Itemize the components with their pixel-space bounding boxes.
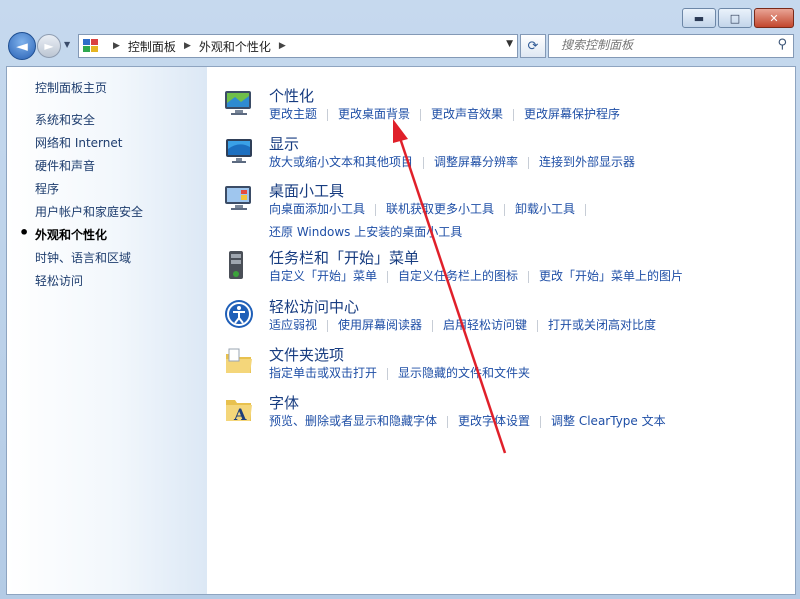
link-screen-reader[interactable]: 使用屏幕阅读器 xyxy=(338,318,422,332)
close-button[interactable]: ✕ xyxy=(754,8,794,28)
magnifier-icon[interactable]: ⚲ xyxy=(777,37,787,52)
window-frame: ▬ □ ✕ ◄ ► ▼ ▶ 控制面板 ▶ 外观和个性化 ▶ ▼ ⟳ ⚲ xyxy=(0,0,800,599)
link-add-gadgets[interactable]: 向桌面添加小工具 xyxy=(269,202,365,216)
category-links: 指定单击或双击打开 显示隐藏的文件和文件夹 xyxy=(269,364,530,381)
link-show-hidden-files[interactable]: 显示隐藏的文件和文件夹 xyxy=(398,366,530,380)
personalization-icon xyxy=(225,91,251,115)
link-restore-gadgets[interactable]: 还原 Windows 上安装的桌面小工具 xyxy=(269,225,462,239)
address-bar[interactable]: ▶ 控制面板 ▶ 外观和个性化 ▶ ▼ xyxy=(78,34,518,58)
sidebar-item-network[interactable]: 网络和 Internet xyxy=(35,135,143,158)
main-panel: 个性化 更改主题 更改桌面背景 更改声音效果 更改屏幕保护程序 显示 放大或缩小文本和… xyxy=(207,67,795,594)
link-customize-start-menu[interactable]: 自定义「开始」菜单 xyxy=(269,269,377,283)
category-title[interactable]: 显示 xyxy=(269,133,299,154)
category-title[interactable]: 桌面小工具 xyxy=(269,180,344,201)
link-preview-fonts[interactable]: 预览、删除或者显示和隐藏字体 xyxy=(269,414,437,428)
link-change-theme[interactable]: 更改主题 xyxy=(269,107,317,121)
ease-of-access-icon xyxy=(225,300,253,328)
minimize-button[interactable]: ▬ xyxy=(682,8,716,28)
link-accessibility-keys[interactable]: 启用轻松访问键 xyxy=(443,318,527,332)
svg-text:A: A xyxy=(233,405,247,424)
link-high-contrast[interactable]: 打开或关闭高对比度 xyxy=(548,318,656,332)
link-start-menu-picture[interactable]: 更改「开始」菜单上的图片 xyxy=(539,269,683,283)
category-title[interactable]: 字体 xyxy=(269,392,299,413)
category-links: 向桌面添加小工具 联机获取更多小工具 卸载小工具 还原 Windows 上安装的桌面… xyxy=(269,200,596,240)
fonts-icon: A xyxy=(226,400,252,424)
sidebar: 控制面板主页 系统和安全 网络和 Internet 硬件和声音 程序 用户帐户和… xyxy=(7,67,207,594)
forward-button[interactable]: ► xyxy=(37,34,61,58)
taskbar-icon xyxy=(229,251,243,279)
refresh-button[interactable]: ⟳ xyxy=(520,34,546,58)
link-low-vision[interactable]: 适应弱视 xyxy=(269,318,317,332)
gadgets-icon xyxy=(225,186,251,210)
recent-pages-dropdown[interactable]: ▼ xyxy=(64,40,70,49)
sidebar-list: 系统和安全 网络和 Internet 硬件和声音 程序 用户帐户和家庭安全 外观… xyxy=(19,112,143,296)
sidebar-item-ease-of-access[interactable]: 轻松访问 xyxy=(35,273,143,296)
breadcrumb-chevron-icon: ▶ xyxy=(113,41,120,51)
sidebar-item-user-accounts[interactable]: 用户帐户和家庭安全 xyxy=(35,204,143,227)
category-title[interactable]: 轻松访问中心 xyxy=(269,296,359,317)
sidebar-item-appearance[interactable]: 外观和个性化 xyxy=(19,225,143,250)
search-box: ⚲ xyxy=(548,34,794,58)
breadcrumb-chevron-icon: ▶ xyxy=(183,41,191,51)
link-change-screensaver[interactable]: 更改屏幕保护程序 xyxy=(524,107,620,121)
link-customize-taskbar-icons[interactable]: 自定义任务栏上的图标 xyxy=(398,269,518,283)
sidebar-item-system-security[interactable]: 系统和安全 xyxy=(35,112,143,135)
address-dropdown-icon[interactable]: ▼ xyxy=(506,39,513,49)
display-icon xyxy=(226,139,252,163)
navigation-bar: ◄ ► ▼ ▶ 控制面板 ▶ 外观和个性化 ▶ ▼ ⟳ ⚲ xyxy=(0,30,800,62)
sidebar-item-hardware-sound[interactable]: 硬件和声音 xyxy=(35,158,143,181)
link-text-size[interactable]: 放大或缩小文本和其他项目 xyxy=(269,155,413,169)
link-uninstall-gadget[interactable]: 卸载小工具 xyxy=(515,202,575,216)
link-get-more-gadgets[interactable]: 联机获取更多小工具 xyxy=(386,202,494,216)
window-controls: ▬ □ ✕ xyxy=(680,8,794,28)
back-button[interactable]: ◄ xyxy=(8,32,36,60)
link-single-double-click[interactable]: 指定单击或双击打开 xyxy=(269,366,377,380)
sidebar-home-link[interactable]: 控制面板主页 xyxy=(35,79,107,96)
link-screen-resolution[interactable]: 调整屏幕分辨率 xyxy=(434,155,518,169)
link-cleartype[interactable]: 调整 ClearType 文本 xyxy=(551,414,666,428)
link-external-display[interactable]: 连接到外部显示器 xyxy=(539,155,635,169)
category-title[interactable]: 任务栏和「开始」菜单 xyxy=(269,247,419,268)
folder-options-icon xyxy=(226,348,252,373)
maximize-button[interactable]: □ xyxy=(718,8,752,28)
category-links: 更改主题 更改桌面背景 更改声音效果 更改屏幕保护程序 xyxy=(269,105,620,122)
category-title[interactable]: 文件夹选项 xyxy=(269,344,344,365)
breadcrumb-chevron-icon[interactable]: ▶ xyxy=(279,41,286,51)
sidebar-item-clock-language[interactable]: 时钟、语言和区域 xyxy=(35,250,143,273)
category-title[interactable]: 个性化 xyxy=(269,85,314,106)
category-links: 自定义「开始」菜单 自定义任务栏上的图标 更改「开始」菜单上的图片 xyxy=(269,267,683,284)
sidebar-item-programs[interactable]: 程序 xyxy=(35,181,143,204)
category-links: 放大或缩小文本和其他项目 调整屏幕分辨率 连接到外部显示器 xyxy=(269,153,635,170)
search-input[interactable] xyxy=(549,35,771,55)
link-font-settings[interactable]: 更改字体设置 xyxy=(458,414,530,428)
breadcrumb-appearance[interactable]: 外观和个性化 xyxy=(199,38,271,55)
breadcrumb-control-panel[interactable]: 控制面板 xyxy=(128,38,176,55)
content-pane: 控制面板主页 系统和安全 网络和 Internet 硬件和声音 程序 用户帐户和… xyxy=(6,66,796,595)
control-panel-icon xyxy=(83,39,99,53)
category-links: 预览、删除或者显示和隐藏字体 更改字体设置 调整 ClearType 文本 xyxy=(269,412,666,429)
link-change-desktop-background[interactable]: 更改桌面背景 xyxy=(338,107,410,121)
category-links: 适应弱视 使用屏幕阅读器 启用轻松访问键 打开或关闭高对比度 xyxy=(269,316,656,333)
link-change-sound-effects[interactable]: 更改声音效果 xyxy=(431,107,503,121)
